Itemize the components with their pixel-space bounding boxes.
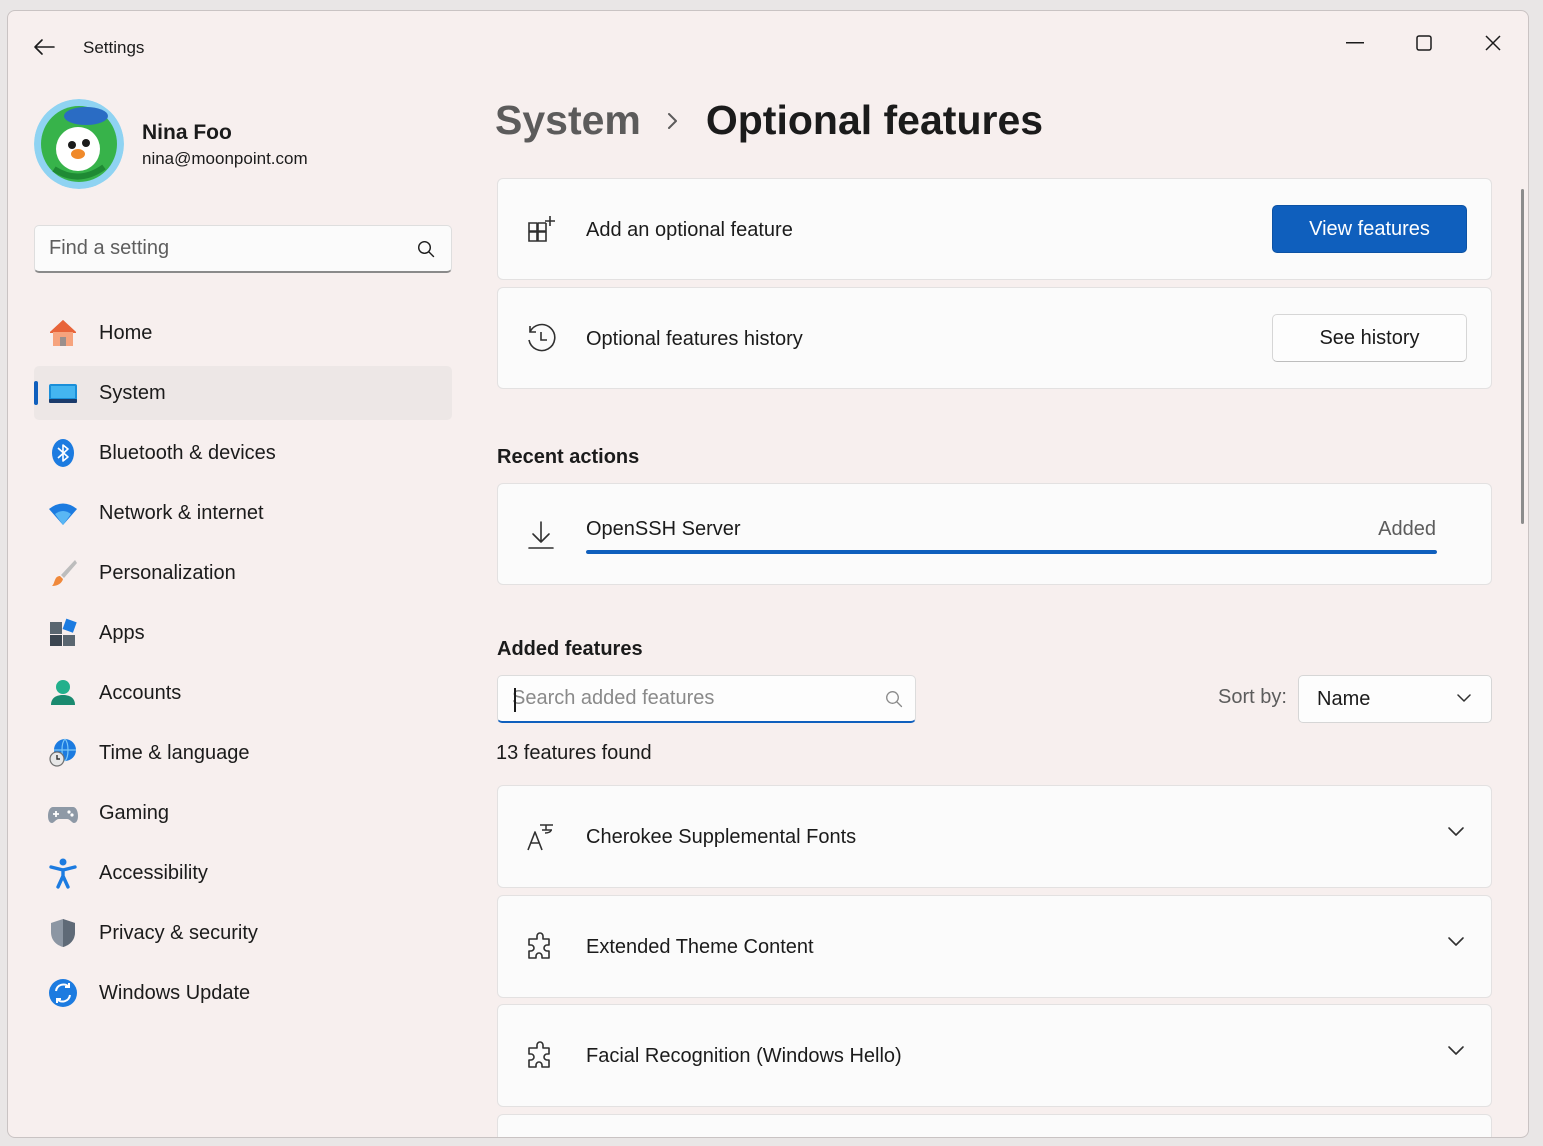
add-grid-icon (524, 213, 558, 247)
wifi-icon (47, 497, 79, 529)
feature-row[interactable]: Facial Recognition (Windows Hello) (497, 1004, 1492, 1107)
chevron-right-icon (667, 111, 679, 131)
system-icon (47, 377, 79, 409)
gamepad-icon (47, 797, 79, 829)
history-icon (524, 322, 558, 356)
sidebar-item-system[interactable]: System (34, 366, 452, 420)
feature-name: Extended Theme Content (586, 936, 814, 958)
sidebar-item-label: Network & internet (99, 502, 264, 524)
sidebar-item-label: Bluetooth & devices (99, 442, 276, 464)
sort-value: Name (1317, 688, 1371, 710)
sidebar-nav: Home System Bluetooth & devices Network … (34, 306, 452, 1026)
sidebar-item-label: Home (99, 322, 153, 344)
recent-item-status: Added (1378, 518, 1436, 540)
avatar-image (34, 99, 124, 189)
app-title: Settings (83, 38, 145, 57)
chevron-down-icon (1457, 694, 1471, 702)
page-title: Optional features (705, 97, 1044, 143)
search-icon[interactable] (885, 690, 903, 708)
close-button[interactable] (1469, 21, 1517, 65)
apps-icon (47, 617, 79, 649)
accessibility-icon (47, 857, 79, 889)
bluetooth-icon (47, 437, 79, 469)
puzzle-icon (524, 930, 558, 964)
minimize-button[interactable] (1331, 21, 1379, 65)
maximize-icon (1416, 35, 1432, 51)
history-label: Optional features history (586, 328, 803, 350)
feature-name: Cherokee Supplemental Fonts (586, 826, 857, 848)
sidebar-item-network[interactable]: Network & internet (34, 486, 452, 540)
sidebar-item-bluetooth[interactable]: Bluetooth & devices (34, 426, 452, 480)
maximize-button[interactable] (1400, 21, 1448, 65)
chevron-down-icon[interactable] (1447, 1045, 1465, 1057)
sidebar-item-privacy-security[interactable]: Privacy & security (34, 906, 452, 960)
feature-row[interactable]: Extended Theme Content (497, 895, 1492, 998)
font-icon (524, 820, 558, 854)
sort-dropdown[interactable]: Name (1298, 675, 1492, 723)
avatar[interactable] (34, 99, 124, 189)
progress-bar (586, 550, 1437, 554)
user-name: Nina Foo (142, 121, 232, 144)
sidebar-item-label: Gaming (99, 802, 170, 824)
sidebar-item-label: Time & language (99, 742, 250, 764)
settings-window: Settings Nina Foo nina@moonpoint.com Fin… (7, 10, 1529, 1138)
add-feature-label: Add an optional feature (586, 219, 793, 241)
find-setting-box (34, 225, 452, 273)
sidebar-item-gaming[interactable]: Gaming (34, 786, 452, 840)
shield-icon (47, 917, 79, 949)
user-email: nina@moonpoint.com (142, 149, 308, 168)
accounts-icon (47, 677, 79, 709)
added-features-search-box (497, 675, 916, 723)
minimize-icon (1346, 42, 1364, 44)
feature-row[interactable] (497, 1114, 1492, 1137)
feature-name: Facial Recognition (Windows Hello) (586, 1045, 902, 1067)
download-icon (524, 518, 558, 552)
update-icon (47, 977, 79, 1009)
sidebar-item-label: Personalization (99, 562, 236, 584)
sidebar-item-home[interactable]: Home (34, 306, 452, 360)
sidebar-item-windows-update[interactable]: Windows Update (34, 966, 452, 1020)
chevron-down-icon[interactable] (1447, 936, 1465, 948)
recent-action-item: OpenSSH Server Added (497, 483, 1492, 585)
brush-icon (47, 557, 79, 589)
feature-row[interactable]: Cherokee Supplemental Fonts (497, 785, 1492, 888)
close-icon (1485, 35, 1501, 51)
sidebar-item-label: Apps (99, 622, 145, 644)
sidebar-item-time-language[interactable]: Time & language (34, 726, 452, 780)
added-features-heading: Added features (497, 638, 643, 660)
add-feature-card: Add an optional feature View features (497, 178, 1492, 280)
back-button[interactable] (30, 33, 58, 61)
find-setting-input[interactable] (49, 226, 409, 270)
globe-clock-icon (47, 737, 79, 769)
text-caret (514, 688, 516, 712)
recent-item-name: OpenSSH Server (586, 518, 741, 540)
puzzle-icon (524, 1039, 558, 1073)
sidebar-item-accounts[interactable]: Accounts (34, 666, 452, 720)
breadcrumb-parent[interactable]: System (495, 97, 641, 144)
home-icon (47, 317, 79, 349)
sidebar-item-accessibility[interactable]: Accessibility (34, 846, 452, 900)
features-count: 13 features found (496, 742, 652, 764)
see-history-button[interactable]: See history (1272, 314, 1467, 362)
sidebar-item-label: System (99, 382, 166, 404)
sidebar-item-personalization[interactable]: Personalization (34, 546, 452, 600)
sidebar-item-label: Windows Update (99, 982, 251, 1004)
search-icon[interactable] (417, 240, 435, 258)
chevron-down-icon[interactable] (1447, 826, 1465, 838)
history-card: Optional features history See history (497, 287, 1492, 389)
sidebar-item-label: Privacy & security (99, 922, 258, 944)
scrollbar-thumb[interactable] (1521, 189, 1524, 524)
added-features-search-input[interactable] (512, 676, 872, 720)
view-features-button[interactable]: View features (1272, 205, 1467, 253)
progress-fill (586, 550, 1437, 554)
sidebar-item-label: Accounts (99, 682, 182, 704)
sort-by-label: Sort by: (1218, 686, 1287, 708)
sidebar-item-label: Accessibility (99, 862, 208, 884)
sidebar-item-apps[interactable]: Apps (34, 606, 452, 660)
breadcrumb: System Optional features (495, 97, 1043, 144)
back-arrow-icon (34, 39, 55, 55)
recent-actions-heading: Recent actions (497, 446, 640, 468)
